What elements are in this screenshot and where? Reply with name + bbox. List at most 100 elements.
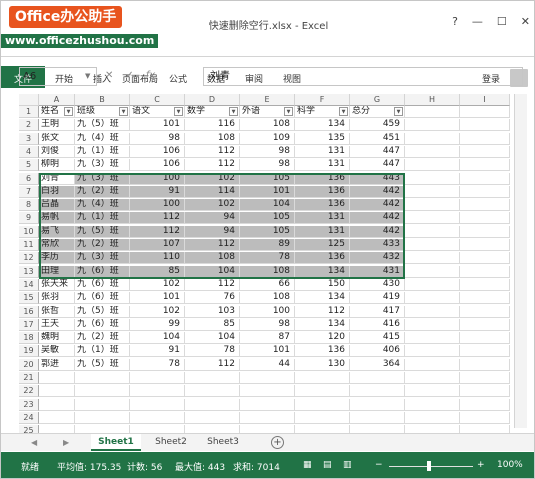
table-cell[interactable]: 114: [185, 185, 240, 198]
column-header[interactable]: E: [240, 94, 295, 106]
table-cell[interactable]: [460, 398, 510, 411]
row-header[interactable]: 13: [19, 265, 39, 278]
table-cell[interactable]: 易飞: [39, 225, 75, 238]
table-cell[interactable]: 89: [240, 239, 295, 251]
table-cell[interactable]: 85: [185, 318, 240, 331]
filter-dropdown-icon[interactable]: ▼: [119, 107, 128, 116]
table-cell[interactable]: [460, 106, 510, 118]
table-cell[interactable]: [185, 372, 240, 384]
table-cell[interactable]: 吴敏: [39, 345, 75, 358]
table-cell[interactable]: 112: [185, 159, 240, 172]
table-cell[interactable]: 130: [295, 358, 350, 371]
table-cell[interactable]: 131: [295, 225, 350, 238]
select-all-corner[interactable]: [19, 94, 39, 106]
table-cell[interactable]: 44: [240, 358, 295, 371]
page-break-icon[interactable]: ▥: [343, 460, 352, 470]
table-cell[interactable]: 张哲: [39, 305, 75, 318]
table-cell[interactable]: 417: [350, 305, 405, 318]
table-cell[interactable]: 459: [350, 119, 405, 132]
table-cell[interactable]: 98: [240, 145, 295, 158]
table-cell[interactable]: [405, 185, 460, 198]
table-cell[interactable]: 87: [240, 332, 295, 345]
table-cell[interactable]: 116: [185, 119, 240, 132]
table-cell[interactable]: [405, 252, 460, 265]
prev-sheet-icon[interactable]: ◀: [31, 438, 37, 447]
table-cell[interactable]: 108: [240, 292, 295, 305]
table-cell[interactable]: 107: [130, 239, 185, 251]
row-header[interactable]: 21: [19, 372, 39, 384]
table-cell[interactable]: [460, 159, 510, 172]
column-header[interactable]: H: [405, 94, 460, 106]
table-cell[interactable]: [460, 411, 510, 424]
table-cell[interactable]: 九（5）班: [75, 225, 130, 238]
table-cell[interactable]: 101: [130, 292, 185, 305]
zoom-slider[interactable]: [389, 466, 473, 467]
table-cell[interactable]: 104: [240, 199, 295, 212]
table-cell[interactable]: 郭进: [39, 358, 75, 371]
row-header[interactable]: 12: [19, 252, 39, 265]
column-header[interactable]: I: [460, 94, 510, 106]
table-cell[interactable]: 112: [185, 358, 240, 371]
table-cell[interactable]: 91: [130, 185, 185, 198]
table-cell[interactable]: 131: [295, 145, 350, 158]
table-cell[interactable]: [460, 385, 510, 398]
row-header[interactable]: 17: [19, 318, 39, 331]
table-cell[interactable]: 451: [350, 132, 405, 145]
table-cell[interactable]: [405, 265, 460, 278]
table-cell[interactable]: 112: [130, 225, 185, 238]
table-cell[interactable]: [460, 199, 510, 212]
table-cell[interactable]: [460, 358, 510, 371]
table-cell[interactable]: [75, 372, 130, 384]
row-header[interactable]: 5: [19, 159, 39, 172]
table-cell[interactable]: [405, 132, 460, 145]
table-cell[interactable]: [405, 385, 460, 398]
table-cell[interactable]: 134: [295, 265, 350, 278]
table-cell[interactable]: [240, 372, 295, 384]
table-cell[interactable]: 九（2）班: [75, 332, 130, 345]
zoom-out-button[interactable]: −: [375, 460, 383, 470]
table-cell[interactable]: 张羽: [39, 292, 75, 305]
table-cell[interactable]: 常欣: [39, 239, 75, 251]
table-cell[interactable]: 442: [350, 185, 405, 198]
table-cell[interactable]: [350, 372, 405, 384]
table-cell[interactable]: 112: [185, 278, 240, 291]
table-cell[interactable]: 112: [130, 212, 185, 225]
table-cell[interactable]: [295, 385, 350, 398]
filter-dropdown-icon[interactable]: ▼: [394, 107, 403, 116]
row-header[interactable]: 10: [19, 225, 39, 238]
table-cell[interactable]: 班级 ▼: [75, 106, 130, 118]
table-cell[interactable]: 100: [130, 172, 185, 185]
row-header[interactable]: 11: [19, 239, 39, 251]
row-header[interactable]: 9: [19, 212, 39, 225]
table-cell[interactable]: 125: [295, 239, 350, 251]
table-cell[interactable]: [460, 332, 510, 345]
normal-view-icon[interactable]: ▦: [303, 460, 312, 470]
table-cell[interactable]: [39, 411, 75, 424]
column-header[interactable]: D: [185, 94, 240, 106]
table-cell[interactable]: [39, 385, 75, 398]
table-cell[interactable]: 136: [295, 172, 350, 185]
table-cell[interactable]: [405, 305, 460, 318]
table-cell[interactable]: 442: [350, 199, 405, 212]
zoom-slider-thumb[interactable]: [427, 461, 431, 471]
table-cell[interactable]: 101: [240, 345, 295, 358]
row-header[interactable]: 22: [19, 385, 39, 398]
table-cell[interactable]: 九（5）班: [75, 305, 130, 318]
table-cell[interactable]: 104: [185, 332, 240, 345]
table-cell[interactable]: 吕晶: [39, 199, 75, 212]
table-cell[interactable]: 443: [350, 172, 405, 185]
table-cell[interactable]: 101: [240, 185, 295, 198]
add-sheet-button[interactable]: +: [271, 436, 284, 449]
table-cell[interactable]: [405, 345, 460, 358]
table-cell[interactable]: 外语 ▼: [240, 106, 295, 118]
table-cell[interactable]: 100: [240, 305, 295, 318]
table-cell[interactable]: [460, 372, 510, 384]
table-cell[interactable]: 103: [185, 305, 240, 318]
table-cell[interactable]: 104: [185, 265, 240, 278]
table-cell[interactable]: [460, 305, 510, 318]
vertical-scrollbar[interactable]: [514, 94, 527, 428]
table-cell[interactable]: [350, 398, 405, 411]
filter-dropdown-icon[interactable]: ▼: [339, 107, 348, 116]
table-cell[interactable]: [460, 172, 510, 185]
table-cell[interactable]: 108: [185, 252, 240, 265]
